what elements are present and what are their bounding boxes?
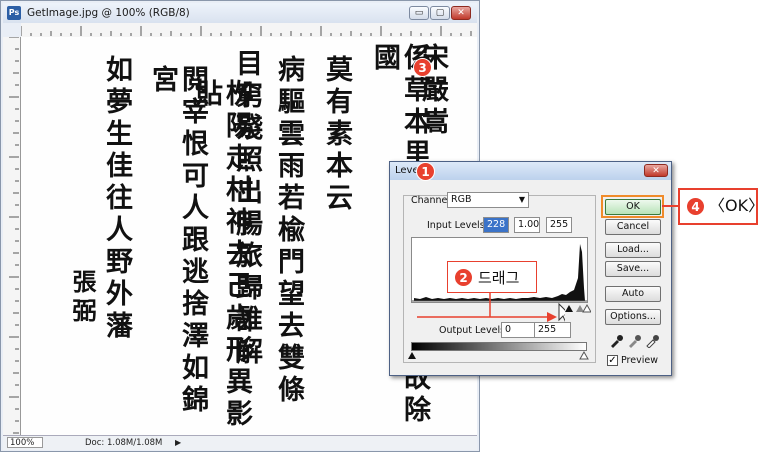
channel-value: RGB bbox=[451, 194, 472, 205]
document-title-bar[interactable]: Ps GetImage.jpg @ 100% (RGB/8) ▭ ▢ ✕ bbox=[3, 3, 477, 23]
minimize-icon: ▭ bbox=[414, 8, 424, 18]
channel-select[interactable]: RGB ▼ bbox=[447, 192, 529, 208]
ok-callout-text: 〈OK〉 bbox=[709, 196, 765, 215]
preview-checkbox[interactable]: ✓ bbox=[607, 355, 618, 366]
input-white-field[interactable]: 255 bbox=[546, 217, 572, 233]
status-bar: 100% Doc: 1.08M/1.08M ▶ bbox=[3, 435, 477, 450]
doc-size-info: Doc: 1.08M/1.08M bbox=[85, 438, 163, 448]
horizontal-ruler[interactable] bbox=[21, 23, 477, 38]
minimize-button[interactable]: ▭ bbox=[409, 6, 429, 20]
zoom-field[interactable]: 100% bbox=[7, 437, 43, 448]
auto-button[interactable]: Auto bbox=[605, 286, 661, 302]
ok-callout: 4 〈OK〉 bbox=[678, 188, 764, 225]
calligraphy-signature: 張弼 bbox=[68, 269, 97, 327]
calligraphy-column: 如夢生佳往人野外藩 bbox=[101, 55, 132, 343]
ok-button[interactable]: OK bbox=[605, 199, 661, 215]
maximize-button[interactable]: ▢ bbox=[430, 6, 450, 20]
step-2-badge: 2 bbox=[454, 268, 473, 287]
save-button[interactable]: Save... bbox=[605, 261, 661, 277]
vertical-ruler[interactable] bbox=[3, 37, 21, 435]
output-sliders[interactable] bbox=[408, 350, 590, 360]
load-button[interactable]: Load... bbox=[605, 242, 661, 258]
drag-callout: 2 드래그 bbox=[447, 261, 537, 293]
output-black-slider[interactable] bbox=[408, 352, 416, 359]
input-levels-label: Input Levels: bbox=[427, 220, 488, 231]
calligraphy-column: 莫有素本云 bbox=[321, 55, 352, 215]
input-black-field[interactable]: 228 bbox=[483, 217, 509, 233]
white-point-slider[interactable] bbox=[582, 303, 591, 313]
gray-eyedropper-icon[interactable] bbox=[627, 334, 641, 348]
photoshop-icon: Ps bbox=[7, 6, 21, 20]
drag-arrow bbox=[417, 292, 565, 322]
step-1-badge: 1 bbox=[416, 162, 435, 181]
close-icon: ✕ bbox=[457, 8, 465, 18]
document-title: GetImage.jpg @ 100% (RGB/8) bbox=[27, 7, 190, 19]
white-eyedropper-icon[interactable] bbox=[645, 334, 659, 348]
step-4-badge: 4 bbox=[686, 197, 705, 216]
options-button[interactable]: Options... bbox=[605, 309, 661, 325]
maximize-icon: ▢ bbox=[435, 8, 445, 18]
drag-text: 드래그 bbox=[478, 269, 520, 287]
cancel-button[interactable]: Cancel bbox=[605, 219, 661, 235]
close-button[interactable]: ✕ bbox=[451, 6, 471, 20]
black-eyedropper-icon[interactable] bbox=[609, 334, 623, 348]
calligraphy-column: 病驅雲雨若楡門望去雙條 bbox=[273, 55, 304, 407]
step-3-badge: 3 bbox=[413, 58, 432, 77]
gamma-slider[interactable] bbox=[576, 305, 584, 312]
preview-label: Preview bbox=[621, 355, 658, 366]
calligraphy-column: 閲宰恨可人跟逃捨澤如錦宮 bbox=[147, 65, 208, 417]
output-white-slider[interactable] bbox=[579, 350, 589, 360]
input-gamma-field[interactable]: 1.00 bbox=[514, 217, 540, 233]
levels-close-button[interactable]: ✕ bbox=[644, 164, 668, 177]
chevron-down-icon: ▼ bbox=[518, 195, 525, 204]
status-menu-arrow-icon[interactable]: ▶ bbox=[175, 437, 181, 449]
black-point-slider[interactable] bbox=[565, 305, 573, 312]
